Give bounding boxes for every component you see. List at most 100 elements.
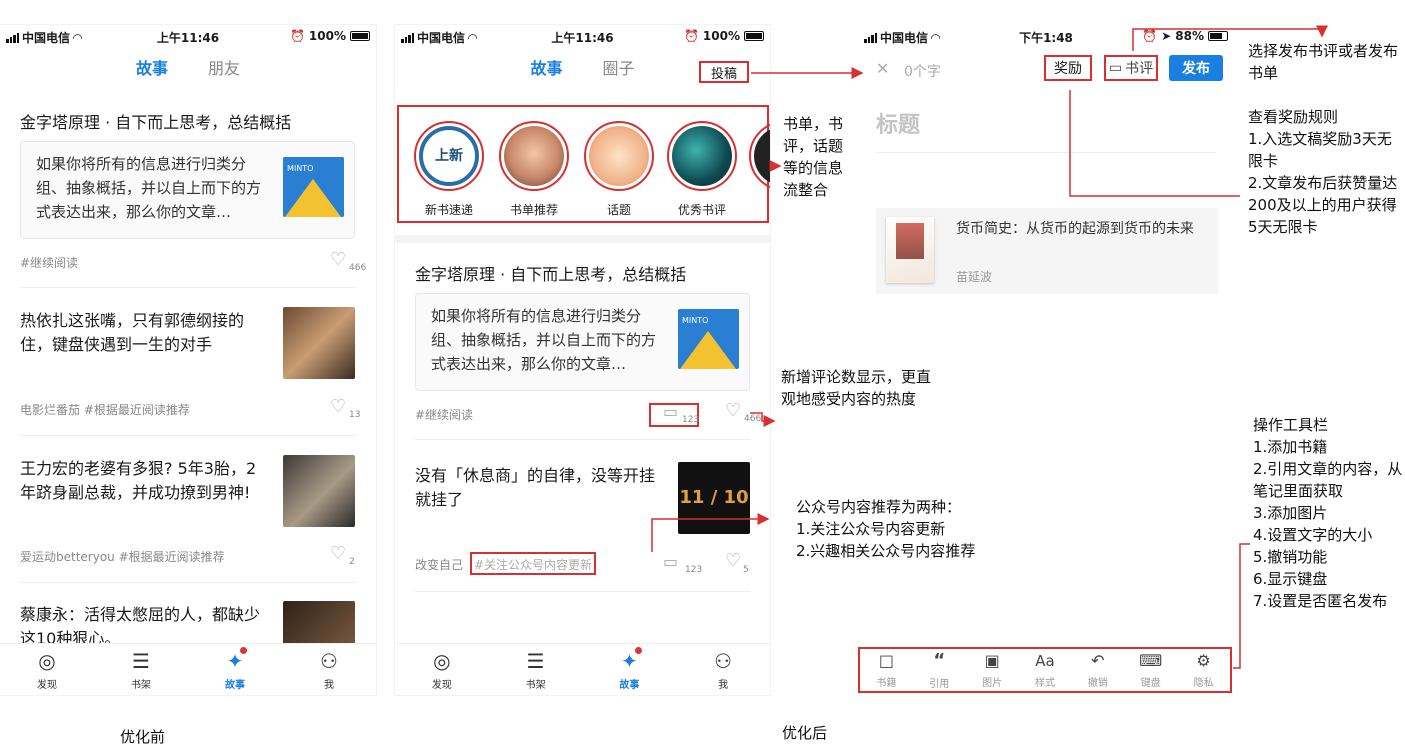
tab-me[interactable]: ⚇ 我 xyxy=(282,644,376,695)
battery-icon xyxy=(744,31,764,41)
tab-story-nav[interactable]: ✦ 故事 xyxy=(583,644,677,695)
annotation-wechat-2: 2.兴趣相关公众号内容推荐 xyxy=(796,542,976,560)
comment-count: 123 xyxy=(685,565,703,575)
story-topic[interactable]: 话题 xyxy=(581,121,657,218)
tool-quote[interactable]: “引用 xyxy=(913,649,966,691)
heart-icon[interactable]: ♡ xyxy=(330,543,346,564)
alarm-icon: ⏰ xyxy=(289,29,305,43)
book-card[interactable]: 货币简史：从货币的起源到货币的未来 苗延波 xyxy=(876,208,1218,294)
book-icon: □ xyxy=(878,651,894,670)
story-reviews[interactable]: 优秀书评 xyxy=(664,121,740,218)
post-title[interactable]: 没有「休息商」的自律，没等开挂就挂了 xyxy=(415,462,660,510)
story-booklist[interactable]: 书单推荐 xyxy=(496,121,572,218)
tab-me[interactable]: ⚇ 我 xyxy=(676,644,770,695)
tab-story[interactable]: 故事 xyxy=(136,55,168,85)
title-input[interactable]: 标题 xyxy=(876,107,920,139)
battery-icon xyxy=(1208,31,1228,41)
book-title: 货币简史：从货币的起源到货币的未来 xyxy=(956,221,1194,237)
book-cover-image xyxy=(886,217,934,283)
tab-discover[interactable]: ◎ 发现 xyxy=(0,644,94,695)
heart-icon[interactable]: ♡ xyxy=(330,249,346,270)
post-title[interactable]: 金字塔原理 · 自下而上思考，总结概括 xyxy=(415,261,750,285)
post-submit-button[interactable]: 投稿 xyxy=(699,61,749,83)
bottom-tab-bar: ◎ 发现 ☰ 书架 ✦ 故事 ⚇ 我 xyxy=(395,643,770,695)
annotation-wechat-1: 1.关注公众号内容更新 xyxy=(796,520,946,538)
tool-keyboard[interactable]: ⌨ 键盘 xyxy=(1124,649,1177,691)
battery-icon xyxy=(350,31,370,41)
post-title[interactable]: 金字塔原理 · 自下而上思考，总结概括 xyxy=(20,109,356,133)
tab-bookshelf[interactable]: ☰ 书架 xyxy=(489,644,583,695)
image-icon: ▣ xyxy=(984,651,1000,670)
post-title[interactable]: 热依扎这张嘴，只有郭德纲接的住，键盘侠遇到一生的对手 xyxy=(20,307,266,355)
annotation-toolbar-7: 7.设置是否匿名发布 xyxy=(1253,592,1388,610)
text-size-icon: Aa xyxy=(1035,651,1055,670)
tab-friends[interactable]: 朋友 xyxy=(208,55,240,85)
post-meta: 爱运动betteryou #根据最近阅读推荐 xyxy=(20,550,225,564)
battery-percent: 88% xyxy=(1175,29,1204,43)
close-icon[interactable]: ✕ xyxy=(876,59,889,78)
reward-button[interactable]: 奖励 xyxy=(1044,55,1092,81)
quote-text: 如果你将所有的信息进行归类分组、抽象概括，并以自上而下的方式表达出来，那么你的文… xyxy=(36,155,262,221)
like-count: 2 xyxy=(349,557,355,567)
caption-before: 优化前 xyxy=(120,728,166,746)
tab-circle[interactable]: 圈子 xyxy=(603,55,635,85)
post-source[interactable]: 改变自己 xyxy=(415,556,463,573)
battery-percent: 100% xyxy=(308,29,346,43)
annotation-toolbar-title: 操作工具栏 xyxy=(1253,416,1329,434)
post-tag[interactable]: #关注公众号内容更新 xyxy=(474,556,592,573)
editor-toolbar: □ 书籍 “引用 ▣ 图片 Aa 样式 ↶ 撤销 ⌨ 键盘 ⚙ 隐私 xyxy=(858,647,1232,693)
post-title[interactable]: 王力宏的老婆有多狠? 5年3胎，2年跻身副总裁，并成功撩到男神! xyxy=(20,455,266,503)
review-button[interactable]: ▭ 书评 xyxy=(1104,55,1158,81)
tool-undo[interactable]: ↶ 撤销 xyxy=(1071,649,1124,691)
battery-percent: 100% xyxy=(702,29,740,43)
post-thumbnail-image xyxy=(283,307,355,379)
annotation-wechat-title: 公众号内容推荐为两种： xyxy=(796,498,962,516)
tool-privacy[interactable]: ⚙ 隐私 xyxy=(1177,649,1230,691)
heart-icon[interactable]: ♡ xyxy=(725,400,741,421)
keyboard-icon: ⌨ xyxy=(1139,651,1163,670)
butterfly-icon: ✦ xyxy=(621,646,642,673)
tab-story-nav[interactable]: ✦ 故事 xyxy=(188,644,282,695)
annotation-toolbar-1: 1.添加书籍 xyxy=(1253,438,1328,456)
quote-card[interactable]: 如果你将所有的信息进行归类分组、抽象概括，并以自上而下的方式表达出来，那么你的文… xyxy=(415,293,750,391)
like-count: 466 xyxy=(349,263,367,273)
heart-icon[interactable]: ♡ xyxy=(330,396,346,417)
tool-style[interactable]: Aa 样式 xyxy=(1019,649,1072,691)
status-bar: 中国电信 ◠ 下午1:48 ⏰ ➤ 88% xyxy=(858,25,1234,47)
post-title[interactable]: 蔡康永：活得太憋屈的人，都缺少这10种狠心。 xyxy=(20,601,266,649)
tool-image[interactable]: ▣ 图片 xyxy=(966,649,1019,691)
bookshelf-icon: ☰ xyxy=(526,648,545,673)
book-cover-image: MINTO xyxy=(678,309,739,369)
post-tag[interactable]: #继续阅读 xyxy=(20,254,78,271)
person-icon: ⚇ xyxy=(714,648,733,673)
post-tag[interactable]: #继续阅读 xyxy=(415,406,473,423)
story-new-books[interactable]: 上新 新书速递 xyxy=(411,121,487,218)
tab-discover[interactable]: ◎ 发现 xyxy=(395,644,489,695)
bottom-tab-bar: ◎ 发现 ☰ 书架 ✦ 故事 ⚇ 我 xyxy=(0,643,376,695)
editor-header: ✕ 0个字 奖励 ▭ 书评 发布 xyxy=(858,55,1234,85)
annotation-rules-2: 2.文章发布后获赞量达200及以上的用户获得5天无限卡 xyxy=(1248,174,1398,236)
heart-icon[interactable]: ♡ xyxy=(725,550,741,571)
svg-text:MINTO: MINTO xyxy=(682,316,708,325)
phone-after-editor: 中国电信 ◠ 下午1:48 ⏰ ➤ 88% ✕ 0个字 奖励 ▭ 书评 发布 标题 货币… xyxy=(858,25,1234,695)
location-icon: ➤ xyxy=(1161,29,1172,43)
clock-text: 11 / 10 xyxy=(679,487,749,508)
quote-text: 如果你将所有的信息进行归类分组、抽象概括，并以自上而下的方式表达出来，那么你的文… xyxy=(431,307,657,373)
quote-card[interactable]: 如果你将所有的信息进行归类分组、抽象概括，并以自上而下的方式表达出来，那么你的文… xyxy=(20,141,355,239)
pyramid-cover-icon: MINTO xyxy=(678,309,739,369)
gear-icon: ⚙ xyxy=(1196,651,1211,670)
comment-icon[interactable]: ▭ xyxy=(663,552,678,571)
tab-bookshelf[interactable]: ☰ 书架 xyxy=(94,644,188,695)
caption-after: 优化后 xyxy=(782,724,828,742)
tab-story[interactable]: 故事 xyxy=(530,55,562,85)
quote-icon: “ xyxy=(933,650,946,671)
publish-button[interactable]: 发布 xyxy=(1169,55,1223,81)
story-carousel[interactable]: 上新 新书速递 书单推荐 话题 优秀书评 xyxy=(397,105,770,223)
story-more[interactable] xyxy=(749,121,770,191)
monitor-icon: ▭ xyxy=(1108,60,1123,76)
comment-icon[interactable]: ▭ xyxy=(663,402,678,421)
compass-icon: ◎ xyxy=(433,648,451,673)
tool-book[interactable]: □ 书籍 xyxy=(860,649,913,691)
like-count: 13 xyxy=(349,410,361,420)
book-author: 苗延波 xyxy=(956,270,993,284)
